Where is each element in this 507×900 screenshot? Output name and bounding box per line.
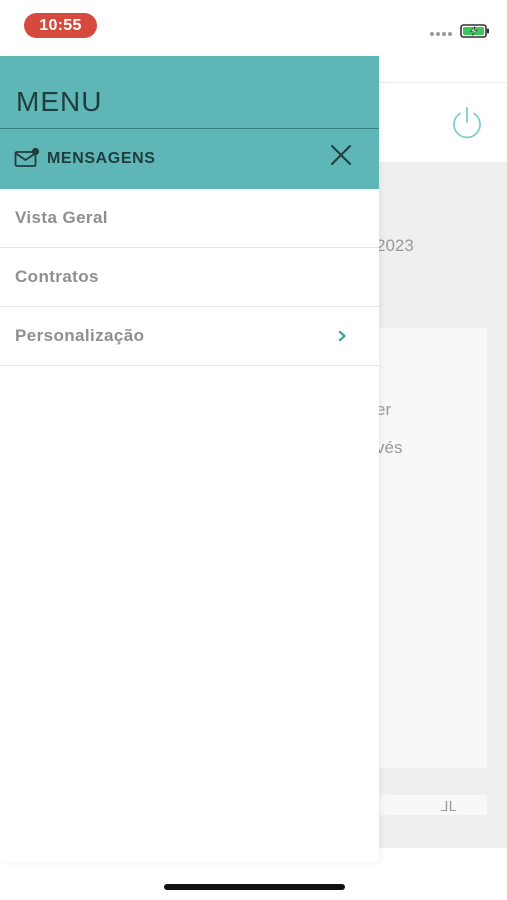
status-bar: 10:55	[0, 0, 507, 52]
side-drawer: MENU MENSAGENS Vista Geral Contratos Per…	[0, 56, 379, 862]
close-icon[interactable]	[328, 142, 354, 168]
background-date-text: 2023	[376, 236, 414, 255]
menu-item-label: Contratos	[15, 267, 99, 286]
menu-list: Vista Geral Contratos Personalização	[0, 189, 379, 366]
menu-item-label: Vista Geral	[15, 208, 108, 227]
background-bottom-bar	[360, 795, 487, 815]
messages-button[interactable]: MENSAGENS	[0, 129, 379, 189]
menu-item-contratos[interactable]: Contratos	[0, 248, 379, 307]
drawer-header: MENU	[0, 56, 379, 129]
home-indicator[interactable]	[164, 884, 345, 890]
menu-item-vista-geral[interactable]: Vista Geral	[0, 189, 379, 248]
status-time: 10:55	[24, 13, 97, 38]
menu-item-personalizacao[interactable]: Personalização	[0, 307, 379, 366]
signal-dots-icon	[430, 30, 454, 36]
messages-label: MENSAGENS	[47, 150, 156, 167]
background-text-2: vés	[376, 438, 403, 457]
menu-title: MENU	[16, 86, 103, 117]
background-card	[360, 328, 487, 768]
background-bottom-mark: ᒧᒪ	[440, 798, 457, 814]
mail-notification-icon	[14, 147, 40, 167]
power-icon[interactable]	[448, 104, 486, 142]
battery-charging-icon	[460, 24, 489, 38]
chevron-right-icon	[338, 330, 346, 342]
menu-item-label: Personalização	[15, 326, 145, 345]
